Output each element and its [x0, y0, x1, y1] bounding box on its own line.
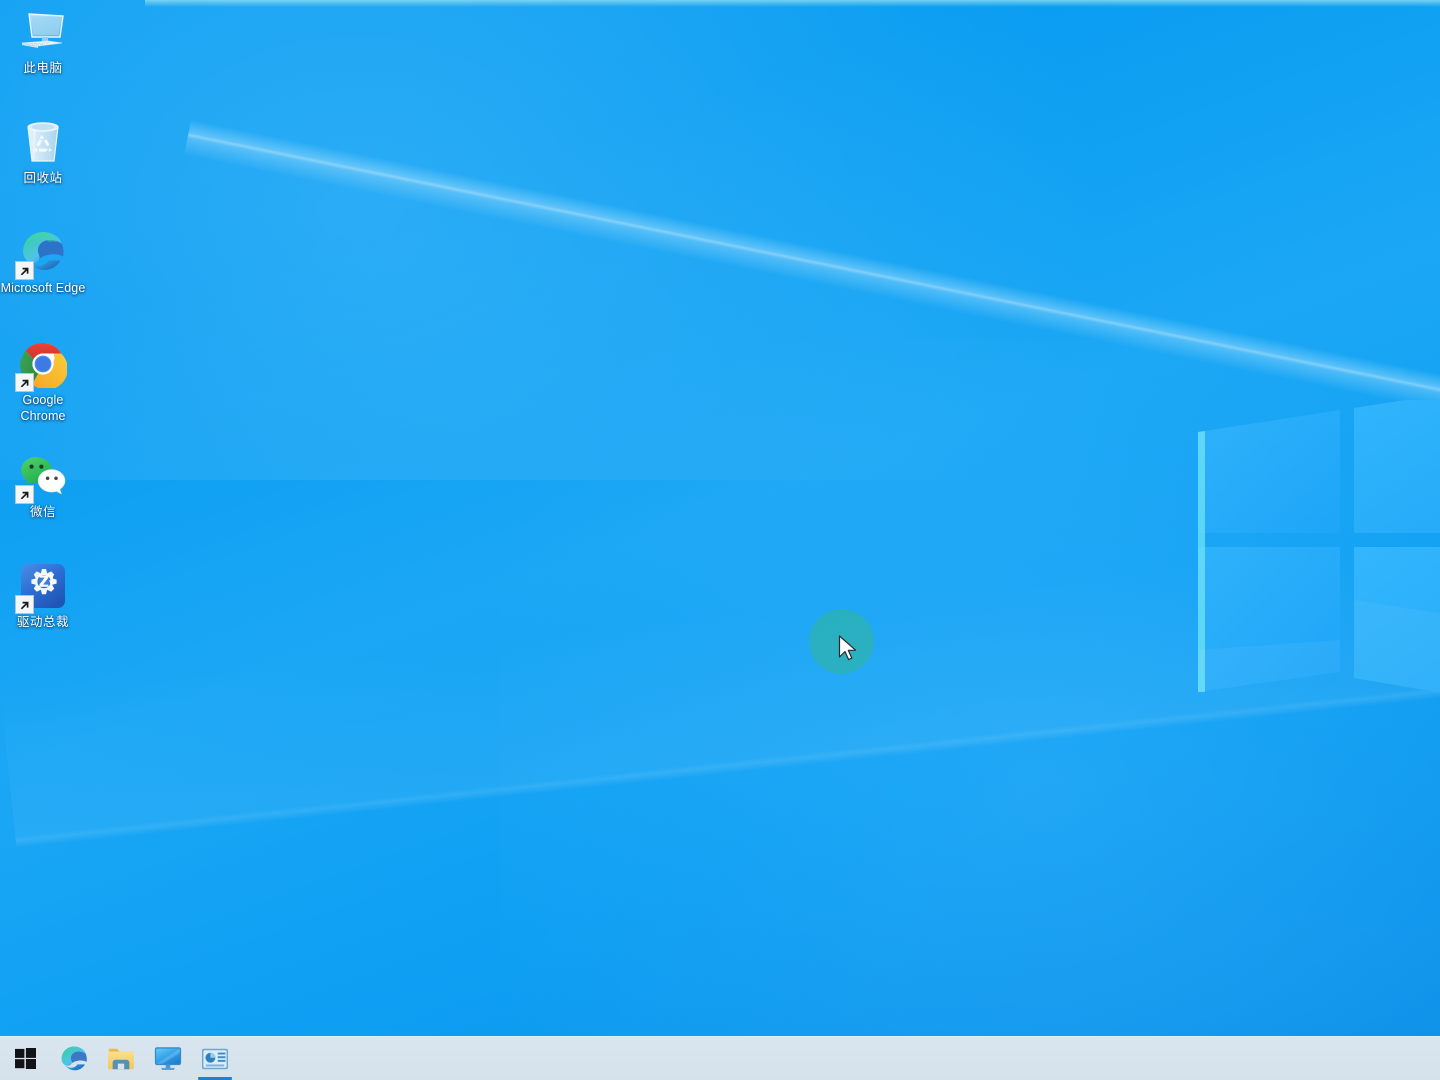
desktop[interactable]: 此电脑 回收站 Microsoft Edge Google Chrome 微信 … [0, 0, 1440, 1080]
desktop-icon-label: 回收站 [23, 171, 63, 185]
start-button[interactable] [0, 1037, 50, 1080]
edge-icon [15, 228, 67, 280]
taskbar[interactable] [0, 1036, 1440, 1080]
desktop-icon-this-pc[interactable]: 此电脑 [0, 8, 86, 77]
shortcut-arrow-icon [15, 261, 34, 280]
taskbar-item-file-explorer[interactable] [97, 1037, 144, 1080]
desktop-icon-label: 此电脑 [23, 61, 63, 75]
desktop-icon-label: Google Chrome [20, 393, 66, 423]
mouse-cursor-arrow-icon [838, 635, 860, 665]
desktop-icon-wechat[interactable]: 微信 [0, 452, 86, 521]
computer-icon [19, 8, 67, 56]
windows-logo-watermark [1192, 400, 1440, 730]
desktop-icon-recycle-bin[interactable]: 回收站 [0, 118, 86, 187]
recycle-bin-icon [19, 118, 67, 166]
shortcut-arrow-icon [15, 595, 34, 614]
desktop-icon-label: 驱动总裁 [16, 615, 69, 629]
desktop-icon-chrome[interactable]: Google Chrome [0, 340, 86, 424]
screen-top-edge-strip [145, 0, 1440, 7]
wechat-icon [15, 452, 67, 504]
desktop-icon-edge[interactable]: Microsoft Edge [0, 228, 86, 297]
shortcut-arrow-icon [15, 485, 34, 504]
chrome-icon [15, 340, 67, 392]
taskbar-item-display-settings[interactable] [144, 1037, 191, 1080]
taskbar-item-running-app[interactable] [191, 1037, 238, 1080]
driver-master-icon [15, 562, 67, 614]
desktop-icon-label: Microsoft Edge [0, 281, 86, 295]
desktop-icon-driver-master[interactable]: 驱动总裁 [0, 562, 86, 631]
taskbar-item-edge[interactable] [50, 1037, 97, 1080]
desktop-icon-label: 微信 [29, 505, 56, 519]
shortcut-arrow-icon [15, 373, 34, 392]
